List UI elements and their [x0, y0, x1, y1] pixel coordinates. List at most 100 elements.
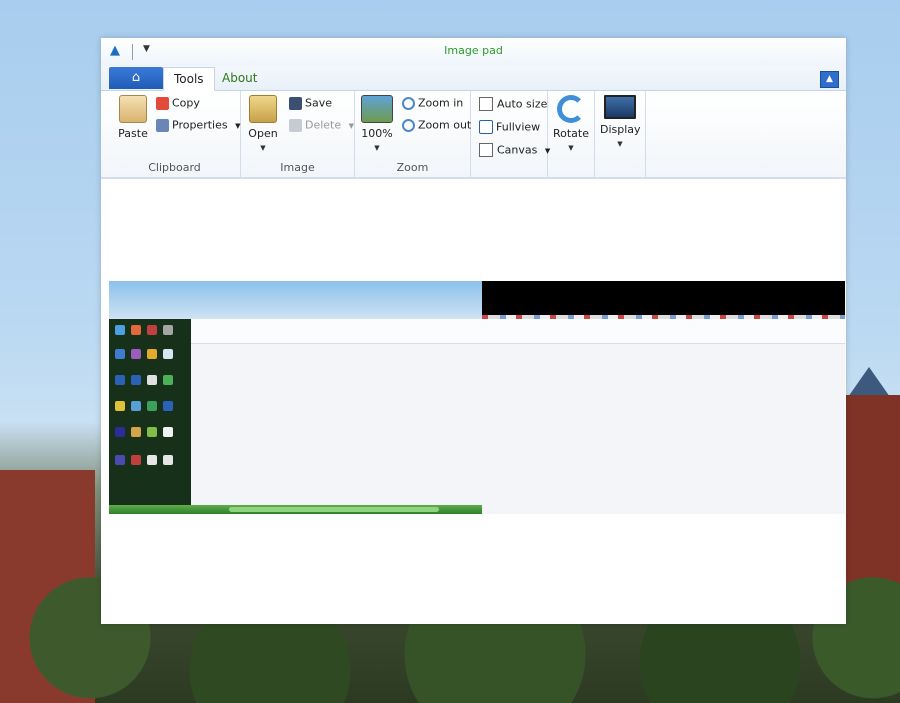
image-desktop-icon: [115, 455, 125, 465]
image-desktop-icon: [147, 401, 157, 411]
image-desktop-icon: [163, 349, 173, 359]
canvas-checkbox[interactable]: [479, 143, 493, 157]
group-label-clipboard: Clipboard: [148, 161, 201, 174]
zoom-out-label: Zoom out: [418, 118, 472, 132]
rotate-icon: [557, 95, 585, 123]
open-label: Open: [248, 127, 278, 140]
chevron-down-icon: ▼: [617, 140, 623, 148]
image-desktop-icon: [131, 349, 141, 359]
title-bar: ▲ ▼ Image pad: [101, 38, 846, 66]
image-desktop-icon: [131, 401, 141, 411]
paste-label: Paste: [118, 127, 148, 140]
zoom-in-label: Zoom in: [418, 96, 464, 110]
save-button[interactable]: Save: [289, 96, 332, 114]
group-label-image: Image: [280, 161, 315, 174]
delete-label: Delete: [305, 118, 342, 132]
copy-button[interactable]: Copy: [156, 96, 200, 114]
zoom-in-icon: [402, 96, 415, 110]
trash-icon: [289, 118, 302, 132]
fullview-icon: [479, 120, 493, 134]
properties-button[interactable]: Properties ▼: [156, 118, 240, 136]
home-tab[interactable]: ⌂: [109, 67, 163, 89]
image-desktop-icon: [131, 325, 141, 335]
group-rotate: Rotate ▼: [548, 91, 595, 177]
image-desktop-icon: [147, 427, 157, 437]
chevron-down-icon: ▼: [348, 122, 355, 130]
chevron-down-icon: ▼: [235, 122, 241, 130]
canvas-button[interactable]: Canvas ▼: [479, 143, 550, 161]
rotate-button[interactable]: Rotate ▼: [551, 95, 591, 152]
image-desktop-icon: [163, 455, 173, 465]
image-desktop-icon: [115, 349, 125, 359]
image-desktop-top: [109, 281, 482, 319]
rotate-label: Rotate: [552, 127, 589, 140]
canvas-label: Canvas: [497, 143, 538, 157]
open-button[interactable]: Open ▼: [243, 95, 283, 152]
image-desktop-icon: [115, 401, 125, 411]
chevron-down-icon: ▼: [374, 144, 380, 152]
ribbon: Paste Copy Properties ▼ Clipboard Open ▼…: [101, 91, 846, 179]
displayed-image: [109, 281, 845, 514]
paste-button[interactable]: Paste: [113, 95, 153, 140]
image-desktop-icon: [115, 375, 125, 385]
image-black-region: [482, 281, 845, 319]
image-desktop-icon: [163, 427, 173, 437]
image-canvas[interactable]: [101, 179, 846, 624]
chevron-up-icon: ▲: [826, 74, 833, 84]
picture-icon: [361, 95, 393, 123]
home-icon: ⌂: [131, 70, 141, 85]
copy-icon: [156, 96, 169, 110]
window-title: Image pad: [444, 44, 503, 57]
open-folder-icon: [249, 95, 277, 123]
group-image: Open ▼ Save Delete ▼ Image: [241, 91, 355, 177]
image-desktop-icon: [147, 455, 157, 465]
image-taskbar: [109, 505, 482, 514]
image-desktop-icon: [163, 375, 173, 385]
auto-size-label: Auto size: [497, 97, 548, 111]
group-display: Display ▼: [595, 91, 646, 177]
image-app-ribbon: [191, 319, 845, 344]
auto-size-checkbox[interactable]: [479, 97, 493, 111]
tab-tools[interactable]: Tools: [163, 67, 215, 91]
image-desktop-icon: [163, 325, 173, 335]
image-desktop-icon: [131, 455, 141, 465]
image-desktop-icon: [131, 427, 141, 437]
properties-icon: [156, 118, 169, 132]
zoom-out-icon: [402, 118, 415, 132]
image-pad-window: ▲ ▼ Image pad ⌂ Tools About ▲ Paste Copy…: [101, 38, 846, 624]
group-view: Auto size Fullview Canvas ▼: [471, 91, 550, 177]
image-desktop-icon: [163, 401, 173, 411]
group-label-zoom: Zoom: [396, 161, 429, 174]
copy-label: Copy: [172, 96, 200, 110]
delete-button[interactable]: Delete ▼: [289, 118, 354, 136]
group-clipboard: Paste Copy Properties ▼ Clipboard: [109, 91, 241, 177]
image-desktop-icon: [115, 325, 125, 335]
properties-label: Properties: [172, 118, 228, 132]
ribbon-collapse-button[interactable]: ▲: [820, 71, 839, 88]
image-desktop-icon: [147, 325, 157, 335]
fullview-button[interactable]: Fullview: [479, 120, 540, 138]
background-roof: [848, 367, 890, 397]
paste-icon: [119, 95, 147, 123]
chevron-down-icon: ▼: [568, 144, 574, 152]
zoom-percent-label: 100%: [361, 127, 393, 140]
zoom-out-button[interactable]: Zoom out: [402, 118, 471, 136]
image-desktop-icons: [109, 319, 191, 514]
save-icon: [289, 96, 302, 110]
group-zoom: 100% ▼ Zoom in Zoom out Zoom: [355, 91, 471, 177]
tab-about[interactable]: About: [212, 67, 267, 89]
auto-size-button[interactable]: Auto size: [479, 97, 547, 115]
monitor-icon: [604, 95, 636, 119]
image-taskbar-progress: [229, 507, 439, 512]
image-desktop-icon: [147, 375, 157, 385]
image-desktop-icon: [115, 427, 125, 437]
image-desktop-icon: [147, 349, 157, 359]
zoom-in-button[interactable]: Zoom in: [402, 96, 463, 114]
chevron-down-icon: ▼: [260, 144, 266, 152]
image-desktop-icon: [131, 375, 141, 385]
fullview-label: Fullview: [496, 120, 541, 134]
display-button[interactable]: Display ▼: [600, 95, 641, 148]
display-label: Display: [600, 123, 641, 136]
zoom-level-button[interactable]: 100% ▼: [357, 95, 397, 152]
ribbon-tab-row: ⌂ Tools About ▲: [101, 66, 846, 91]
